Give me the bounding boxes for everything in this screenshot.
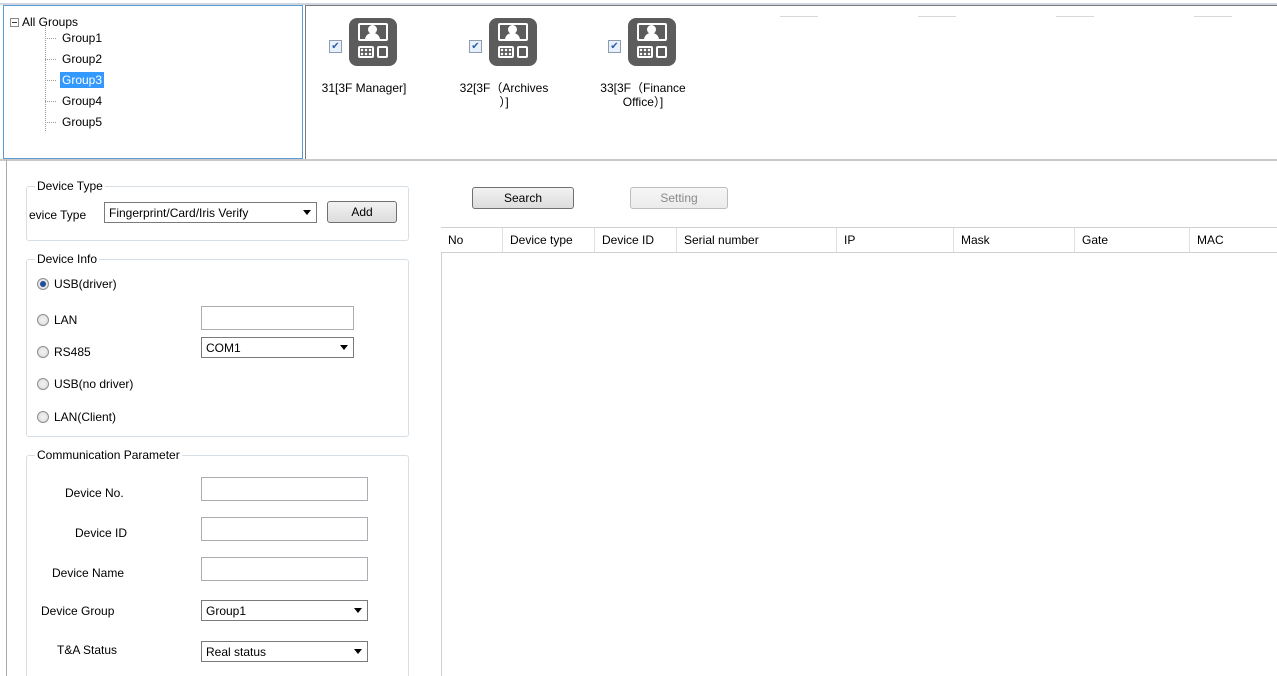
radio-lan[interactable]: LAN bbox=[37, 313, 77, 327]
radio-button[interactable] bbox=[37, 278, 49, 290]
device-panel: ✔ 31[3F Manager] ✔ 32[3F（Archives）] ✔ 33… bbox=[305, 5, 1277, 159]
left-border bbox=[6, 160, 7, 676]
device-id-input[interactable] bbox=[201, 517, 368, 541]
fingerprint-terminal-icon[interactable] bbox=[628, 18, 676, 66]
device-group-value: Group1 bbox=[206, 603, 247, 618]
radio-button[interactable] bbox=[37, 346, 49, 358]
device-group-select[interactable]: Group1 bbox=[201, 600, 368, 621]
device-id-label: Device ID bbox=[75, 526, 128, 540]
com-port-select[interactable]: COM1 bbox=[201, 337, 354, 358]
device-table-body[interactable] bbox=[441, 253, 1277, 676]
column-header-mac[interactable]: MAC bbox=[1190, 228, 1277, 252]
radio-label[interactable]: LAN bbox=[54, 313, 77, 327]
radio-usb-driver[interactable]: USB(driver) bbox=[37, 277, 117, 291]
group-tree[interactable]: All Groups Group1 Group2 Group3 Group4 G… bbox=[3, 5, 303, 159]
tree-root-label[interactable]: All Groups bbox=[22, 15, 78, 29]
ta-status-select[interactable]: Real status bbox=[201, 641, 368, 662]
device-type-value: Fingerprint/Card/Iris Verify bbox=[109, 205, 249, 220]
column-header-device-type[interactable]: Device type bbox=[503, 228, 595, 252]
device-checkbox[interactable]: ✔ bbox=[329, 40, 342, 53]
chevron-down-icon bbox=[340, 345, 348, 350]
device-no-input[interactable] bbox=[201, 477, 368, 501]
radio-label[interactable]: USB(driver) bbox=[54, 277, 117, 291]
tree-item-group2[interactable]: Group2 bbox=[45, 51, 104, 67]
column-header-serial-number[interactable]: Serial number bbox=[677, 228, 837, 252]
device-info-legend: Device Info bbox=[37, 252, 98, 266]
tree-item-group3[interactable]: Group3 bbox=[45, 72, 105, 88]
radio-rs485[interactable]: RS485 bbox=[37, 345, 91, 359]
radio-label[interactable]: USB(no driver) bbox=[54, 377, 133, 391]
add-button[interactable]: Add bbox=[327, 201, 397, 223]
radio-label[interactable]: LAN(Client) bbox=[54, 410, 116, 424]
tree-item-group4[interactable]: Group4 bbox=[45, 93, 104, 109]
tree-item-group1[interactable]: Group1 bbox=[45, 30, 104, 46]
column-header-no[interactable]: No bbox=[441, 228, 503, 252]
collapse-icon[interactable] bbox=[10, 17, 19, 27]
tree-item-label[interactable]: Group4 bbox=[60, 93, 104, 109]
lan-address-input[interactable] bbox=[201, 306, 354, 330]
ta-status-label: T&A Status bbox=[57, 643, 118, 657]
radio-button[interactable] bbox=[37, 378, 49, 390]
tree-item-group5[interactable]: Group5 bbox=[45, 114, 104, 130]
device-label: 32[3F（Archives）] bbox=[459, 81, 549, 109]
setting-button[interactable]: Setting bbox=[630, 187, 728, 209]
device-checkbox[interactable]: ✔ bbox=[469, 40, 482, 53]
device-no-label: Device No. bbox=[65, 486, 124, 500]
radio-button[interactable] bbox=[37, 314, 49, 326]
chevron-down-icon bbox=[303, 210, 311, 215]
radio-button[interactable] bbox=[37, 411, 49, 423]
radio-label[interactable]: RS485 bbox=[54, 345, 91, 359]
device-label: 33[3F（Finance Office）] bbox=[600, 81, 686, 109]
search-button[interactable]: Search bbox=[472, 187, 574, 209]
ta-status-value: Real status bbox=[206, 644, 267, 659]
device-label: 31[3F Manager] bbox=[321, 81, 407, 95]
tree-item-label[interactable]: Group1 bbox=[60, 30, 104, 46]
column-header-device-id[interactable]: Device ID bbox=[595, 228, 677, 252]
device-table-header: No Device type Device ID Serial number I… bbox=[441, 227, 1277, 253]
tree-item-label[interactable]: Group2 bbox=[60, 51, 104, 67]
fingerprint-terminal-icon[interactable] bbox=[489, 18, 537, 66]
device-type-label: evice Type bbox=[29, 208, 87, 222]
radio-lan-client[interactable]: LAN(Client) bbox=[37, 410, 116, 424]
chevron-down-icon bbox=[354, 608, 362, 613]
device-type-legend: Device Type bbox=[37, 179, 103, 193]
device-type-select[interactable]: Fingerprint/Card/Iris Verify bbox=[104, 202, 317, 223]
device-group-label: Device Group bbox=[41, 604, 115, 618]
tree-item-label[interactable]: Group5 bbox=[60, 114, 104, 130]
device-name-label: Device Name bbox=[52, 566, 125, 580]
tree-item-label[interactable]: Group3 bbox=[60, 72, 105, 88]
splitter[interactable] bbox=[0, 159, 1277, 161]
comm-param-legend: Communication Parameter bbox=[37, 448, 180, 462]
column-header-ip[interactable]: IP bbox=[837, 228, 954, 252]
column-header-mask[interactable]: Mask bbox=[954, 228, 1075, 252]
device-name-input[interactable] bbox=[201, 557, 368, 581]
fingerprint-terminal-icon[interactable] bbox=[349, 18, 397, 66]
radio-usb-no-driver[interactable]: USB(no driver) bbox=[37, 377, 133, 391]
com-port-value: COM1 bbox=[206, 340, 241, 355]
device-checkbox[interactable]: ✔ bbox=[608, 40, 621, 53]
column-header-gate[interactable]: Gate bbox=[1075, 228, 1190, 252]
chevron-down-icon bbox=[354, 649, 362, 654]
